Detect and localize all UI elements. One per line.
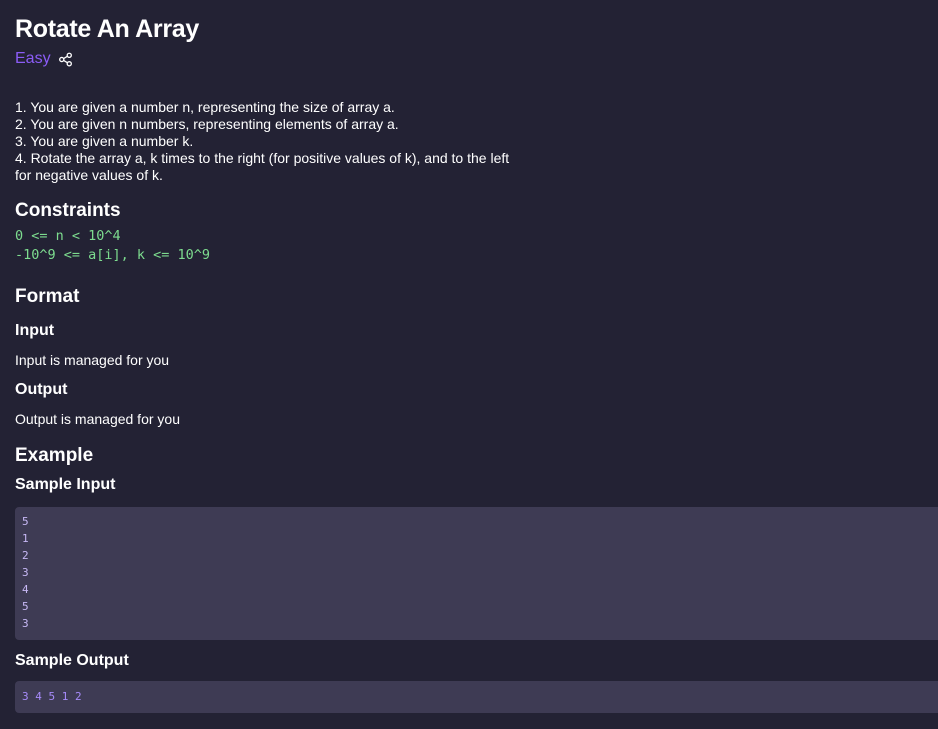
description-line: 4. Rotate the array a, k times to the ri… xyxy=(15,150,510,183)
sample-input-line: 1 xyxy=(22,532,29,545)
input-heading: Input xyxy=(15,322,55,339)
sample-input-line: 4 xyxy=(22,583,29,596)
example-heading: Example xyxy=(15,445,94,466)
input-text: Input is managed for you xyxy=(15,352,170,368)
constraints-heading: Constraints xyxy=(15,200,121,221)
sample-input-line: 3 xyxy=(22,617,29,630)
share-icon[interactable] xyxy=(58,52,73,67)
output-heading: Output xyxy=(15,381,68,398)
format-heading: Format xyxy=(15,286,80,307)
sample-input-line: 5 xyxy=(22,515,29,528)
sample-input-box[interactable]: 5 1 2 3 4 5 3 xyxy=(15,507,938,640)
sample-input-line: 5 xyxy=(22,600,29,613)
problem-description: 1. You are given a number n, representin… xyxy=(15,99,515,184)
sample-output-box[interactable]: 3 4 5 1 2 xyxy=(15,681,938,713)
problem-page: Rotate An Array Easy 1. You are given a … xyxy=(15,14,938,713)
sample-input-heading: Sample Input xyxy=(15,476,116,493)
description-line: 1. You are given a number n, representin… xyxy=(15,99,395,115)
constraints-block: 0 <= n < 10^4 -10^9 <= a[i], k <= 10^9 xyxy=(15,227,938,265)
sample-output-heading: Sample Output xyxy=(15,652,129,669)
sample-input-line: 3 xyxy=(22,566,29,579)
description-line: 3. You are given a number k. xyxy=(15,133,194,149)
sample-input-line: 2 xyxy=(22,549,29,562)
constraint-line: -10^9 <= a[i], k <= 10^9 xyxy=(15,247,211,263)
difficulty-badge: Easy xyxy=(15,50,51,67)
page-title: Rotate An Array xyxy=(15,15,199,43)
difficulty-row: Easy xyxy=(15,47,938,71)
description-line: 2. You are given n numbers, representing… xyxy=(15,116,399,132)
constraint-line: 0 <= n < 10^4 xyxy=(15,228,121,244)
output-text: Output is managed for you xyxy=(15,411,180,427)
sample-output-text: 3 4 5 1 2 xyxy=(22,690,82,703)
